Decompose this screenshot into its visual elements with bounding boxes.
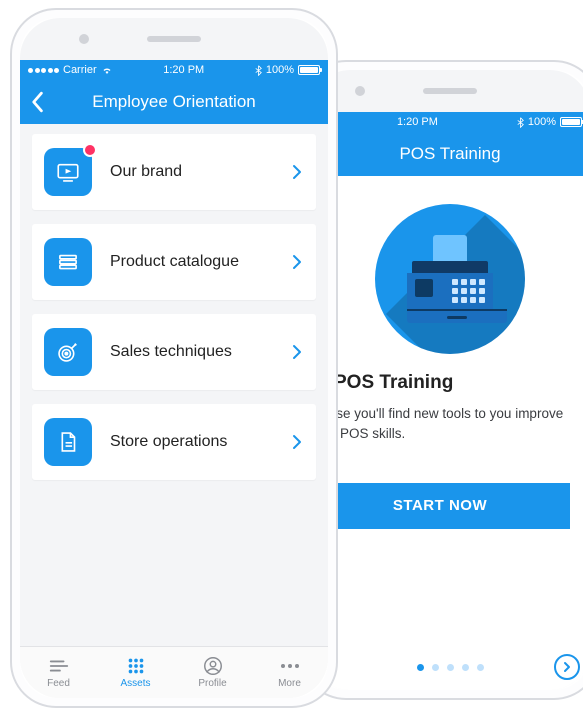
tab-label: Profile (198, 678, 226, 689)
back-icon[interactable] (30, 91, 44, 113)
signal-icon (28, 68, 59, 73)
pager-dot[interactable] (477, 664, 484, 671)
notification-badge (83, 143, 97, 157)
bluetooth-icon (517, 117, 524, 128)
phone-camera-dot (79, 34, 89, 44)
list-item-label: Our brand (110, 163, 292, 181)
list-item-sales-techniques[interactable]: Sales techniques (32, 314, 316, 390)
stack-icon (44, 238, 92, 286)
list-item-product-catalogue[interactable]: Product catalogue (32, 224, 316, 300)
status-time: 1:20 PM (318, 116, 517, 128)
tab-assets[interactable]: Assets (97, 647, 174, 698)
document-icon (44, 418, 92, 466)
chevron-right-icon (292, 434, 302, 450)
chevron-right-icon (292, 164, 302, 180)
course-list: Our brand Product catalogue Sales techni… (20, 124, 328, 504)
tab-feed[interactable]: Feed (20, 647, 97, 698)
battery-pct: 100% (528, 116, 556, 128)
chevron-right-icon (292, 344, 302, 360)
start-now-button[interactable]: START NOW (310, 483, 570, 529)
battery-icon (298, 65, 320, 75)
phone-speaker (147, 36, 201, 42)
bluetooth-icon (255, 65, 262, 76)
nav-header: Employee Orientation (20, 80, 328, 124)
page-indicator (310, 652, 583, 682)
profile-icon (202, 656, 224, 676)
pager-dot[interactable] (447, 664, 454, 671)
tab-label: More (278, 678, 301, 689)
tab-label: Assets (120, 678, 150, 689)
tab-bar: Feed Assets Profile More (20, 646, 328, 698)
nav-header: POS Training (310, 132, 583, 176)
grid-icon (125, 656, 147, 676)
target-icon (44, 328, 92, 376)
list-item-store-operations[interactable]: Store operations (32, 404, 316, 480)
feed-icon (48, 656, 70, 676)
tab-label: Feed (47, 678, 70, 689)
pager-dot[interactable] (462, 664, 469, 671)
carrier-label: Carrier (63, 64, 97, 76)
play-screen-icon (44, 148, 92, 196)
chevron-right-icon (292, 254, 302, 270)
course-description: course you'll find new tools to you impr… (310, 404, 583, 443)
tab-more[interactable]: More (251, 647, 328, 698)
pos-register-icon (375, 204, 525, 354)
list-item-label: Sales techniques (110, 343, 292, 361)
course-title: POS Training (310, 372, 583, 404)
list-item-our-brand[interactable]: Our brand (32, 134, 316, 210)
phone-speaker (423, 88, 477, 94)
wifi-icon (101, 64, 113, 76)
status-time: 1:20 PM (113, 64, 255, 76)
tab-profile[interactable]: Profile (174, 647, 251, 698)
status-bar: Carrier 1:20 PM 100% (20, 60, 328, 80)
battery-icon (560, 117, 582, 127)
list-item-label: Store operations (110, 433, 292, 451)
list-item-label: Product catalogue (110, 253, 292, 271)
more-icon (279, 656, 301, 676)
page-title: POS Training (399, 144, 500, 164)
phone-camera-dot (355, 86, 365, 96)
battery-pct: 100% (266, 64, 294, 76)
pager-dot[interactable] (432, 664, 439, 671)
page-title: Employee Orientation (92, 92, 255, 112)
phone-mockup-right: 1:20 PM 100% POS Training (300, 60, 583, 700)
course-detail: POS Training course you'll find new tool… (310, 176, 583, 538)
phone-mockup-left: Carrier 1:20 PM 100% Employee Orientatio… (10, 8, 338, 708)
next-button[interactable] (554, 654, 580, 680)
status-bar: 1:20 PM 100% (310, 112, 583, 132)
pager-dot[interactable] (417, 664, 424, 671)
chevron-right-icon (562, 661, 572, 673)
